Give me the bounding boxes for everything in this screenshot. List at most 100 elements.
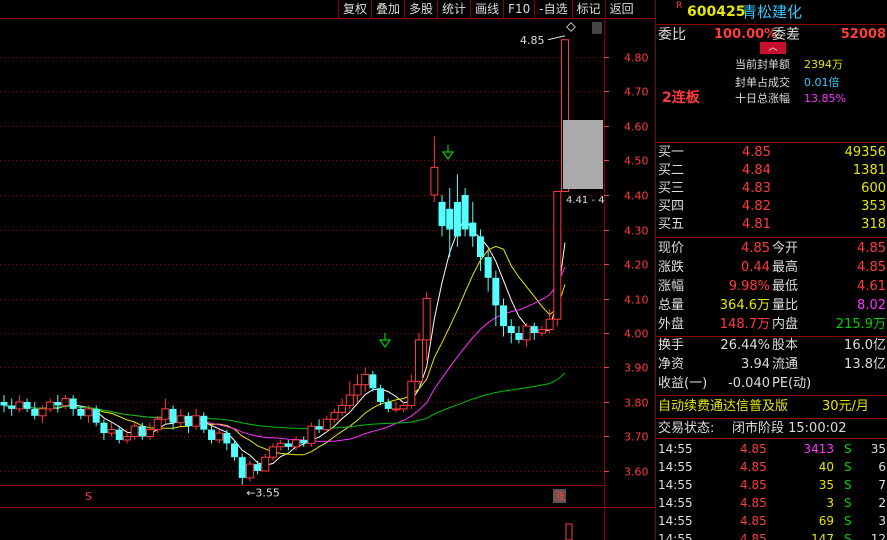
candle: [15, 395, 24, 413]
y-tick-label: 4.50: [624, 155, 649, 168]
candle: [215, 429, 224, 444]
bid-row: 买五 4.81 318: [658, 217, 886, 232]
price-axis: 4.80 4.70 4.60 4.50 4.40 4.30 4.20 4.10 4.00 3.90…: [604, 52, 649, 479]
candle: [207, 426, 215, 444]
candle: [169, 405, 177, 430]
candle: [176, 408, 185, 427]
kline-chart[interactable]: 4.80 4.70 4.60 4.50 4.40 4.30 4.20 4.10 4.00 3.90…: [0, 0, 655, 540]
candle: [353, 374, 362, 402]
expand-icon[interactable]: [592, 22, 602, 34]
y-tick-label: 3.70: [624, 431, 649, 444]
candle: [245, 460, 254, 482]
candle: [345, 381, 354, 409]
tick-row: 14:55 4.85 40 S 6: [658, 460, 886, 474]
bid-row: 买二 4.84 1381: [658, 163, 886, 178]
toolbar-overlay[interactable]: 叠加: [371, 0, 404, 18]
candle: [8, 398, 16, 416]
candle: [107, 422, 116, 437]
candle: [484, 250, 492, 292]
down-arrow-icon: [441, 151, 455, 161]
candle: [515, 326, 523, 344]
candle: [284, 439, 292, 451]
y-tick-label: 3.90: [624, 362, 649, 375]
candle: [69, 395, 77, 416]
volume-bar: [565, 523, 573, 540]
stock-badge: R: [676, 1, 683, 11]
tick-row: 14:55 4.85 3413 S 35: [658, 442, 886, 456]
y-tick-label: 3.80: [624, 397, 649, 410]
toolbar-draw-line[interactable]: 画线: [470, 0, 503, 18]
bid-book: [656, 142, 887, 143]
candle: [315, 419, 323, 434]
order-diff-value: 52008: [840, 27, 886, 42]
toolbar-mark[interactable]: 标记: [571, 0, 605, 18]
candle: [377, 384, 385, 406]
promo-banner[interactable]: 自动续费通达信普及版 30元/月: [656, 398, 887, 416]
toolbar-back[interactable]: 返回: [604, 0, 638, 18]
bid-row: 买三 4.83 600: [658, 181, 886, 196]
candle: [500, 298, 508, 337]
candle: [146, 422, 155, 440]
high-annotation: 4.85: [520, 34, 545, 47]
y-tick-label: 4.30: [624, 225, 649, 238]
candlestick-series: [0, 39, 569, 485]
y-tick-label: 4.60: [624, 121, 649, 134]
toolbar-multi-stock[interactable]: 多股: [404, 0, 437, 18]
ma10-line: [3, 245, 566, 456]
diamond-icon: [566, 22, 576, 32]
stock-title: R 600425 青松建化: [656, 1, 887, 22]
tick-row: 14:55 4.85 69 S 3: [658, 514, 886, 528]
candle: [254, 460, 262, 475]
low-annotation: ←3.55: [246, 486, 280, 499]
candle: [492, 270, 500, 327]
candle: [369, 370, 377, 392]
candle: [507, 319, 515, 344]
candle: [46, 398, 55, 413]
y-tick-label: 4.80: [624, 52, 649, 65]
candle: [130, 422, 139, 440]
tick-row: 14:55 4.85 147 S 12: [658, 532, 886, 540]
tick-list: [656, 438, 887, 439]
candle: [138, 422, 146, 440]
y-tick-label: 4.00: [624, 328, 649, 341]
limit-up-marker: 涨: [554, 490, 565, 503]
last-close-label: 4.41 - 4: [566, 195, 605, 206]
candle: [200, 412, 208, 434]
candle: [184, 412, 192, 434]
board-count: 2连板: [662, 90, 700, 106]
candle: [430, 136, 439, 202]
candle: [522, 322, 531, 347]
candle: [192, 408, 201, 430]
candle: [23, 398, 31, 413]
candle: [100, 419, 108, 440]
last-price-box: [563, 120, 603, 189]
candle: [238, 453, 246, 485]
candle: [330, 408, 339, 423]
quote-panel: R 600425 青松建化 委比 100.00% 委差 52008 ︿ 当前封单…: [655, 0, 887, 540]
y-tick-label: 3.60: [624, 466, 649, 479]
collapse-icon[interactable]: ︿: [760, 42, 786, 54]
toolbar-restore-rights[interactable]: 复权: [338, 0, 371, 18]
candle: [361, 367, 370, 392]
candle: [261, 453, 270, 472]
candle: [537, 326, 546, 337]
candle: [161, 398, 170, 423]
toolbar-watchlist[interactable]: -自选: [534, 0, 571, 18]
toolbar-f10[interactable]: F10: [503, 0, 534, 18]
candle: [461, 188, 469, 237]
trade-status: 交易状态: 闭市阶段 15:00:02: [658, 421, 847, 436]
candle: [338, 398, 347, 416]
s-marker: S: [85, 490, 92, 503]
bid-row: 买四 4.82 353: [658, 199, 886, 214]
candle: [414, 333, 423, 385]
bid-row: 买一 4.85 49356: [658, 145, 886, 160]
y-tick-label: 4.10: [624, 294, 649, 307]
candle: [0, 395, 8, 413]
candle: [391, 402, 400, 413]
down-arrow-icon: [378, 339, 392, 349]
tick-row: 14:55 4.85 3 S 2: [658, 496, 886, 510]
candle: [407, 374, 416, 409]
candle: [453, 174, 461, 247]
candle: [54, 395, 62, 413]
toolbar-statistics[interactable]: 统计: [437, 0, 470, 18]
